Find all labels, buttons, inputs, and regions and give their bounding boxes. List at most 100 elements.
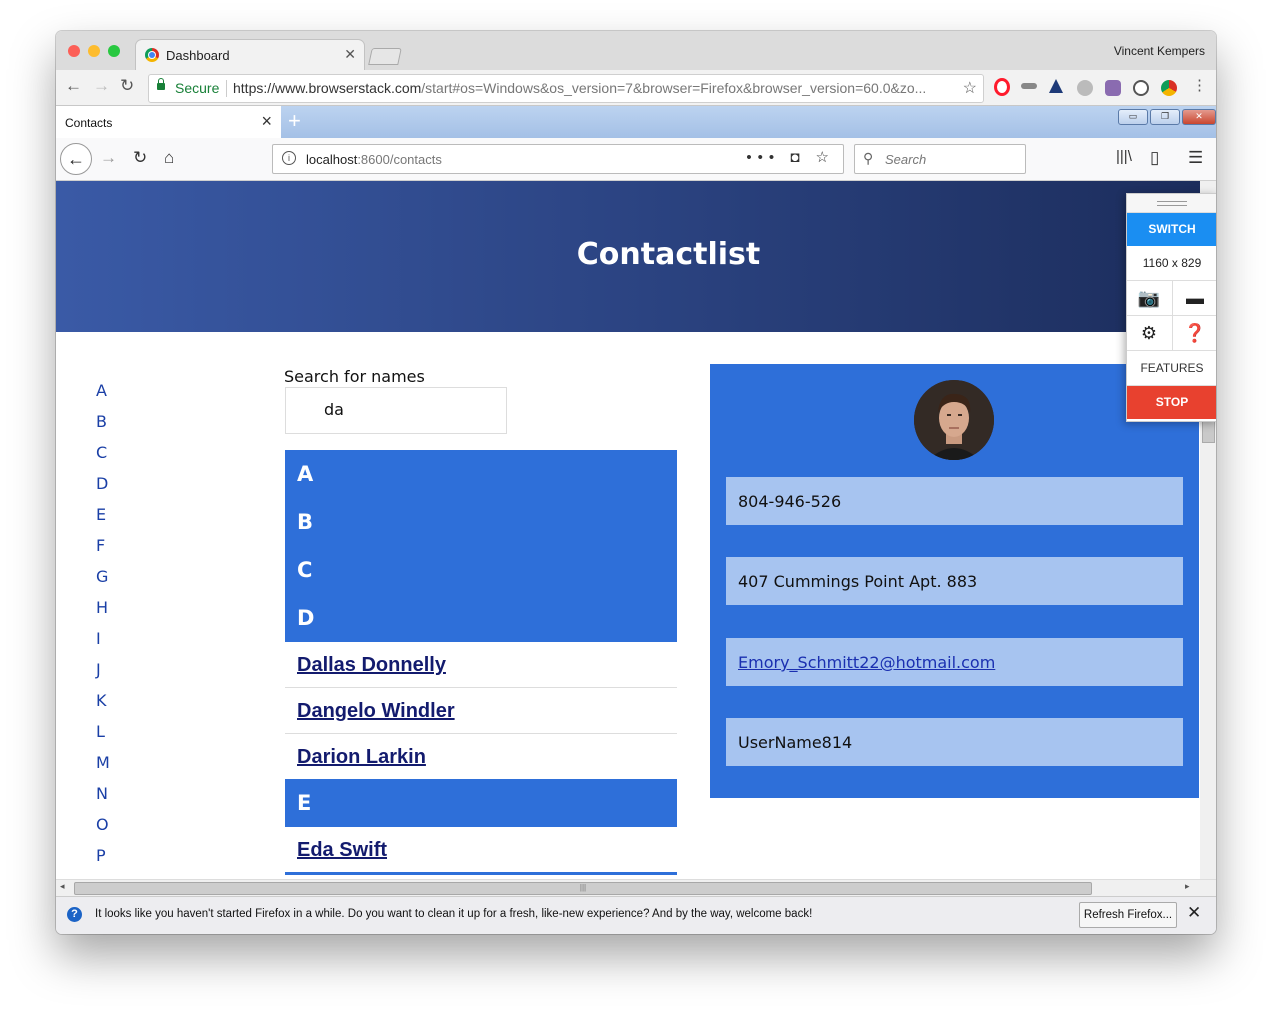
refresh-firefox-button[interactable]: Refresh Firefox... [1079, 902, 1177, 928]
scroll-left-icon[interactable]: ◂ [60, 881, 65, 892]
glasses-icon[interactable] [1021, 83, 1037, 89]
resolution-label[interactable]: 1160 x 829 [1127, 246, 1216, 281]
close-icon[interactable]: × [261, 111, 272, 132]
bookmark-star-icon[interactable]: ☆ [963, 78, 977, 98]
reload-icon[interactable]: ↻ [133, 148, 147, 168]
letter-group-header[interactable]: B [297, 506, 677, 554]
firefox-tab-contacts[interactable]: Contacts × [56, 106, 281, 138]
address-value: 407 Cummings Point Apt. 883 [738, 572, 978, 591]
chrome-extension-icon[interactable] [1161, 80, 1177, 96]
home-icon[interactable]: ⌂ [164, 148, 174, 168]
letter-group-header[interactable]: E [285, 779, 677, 827]
address-bar[interactable]: Secure https://www.browserstack.com/star… [148, 74, 984, 103]
alphabet-letter[interactable]: L [96, 722, 110, 753]
forward-arrow-icon[interactable]: → [93, 76, 110, 96]
alphabet-letter[interactable]: B [96, 412, 110, 443]
search-placeholder: Search [885, 152, 927, 167]
profile-name[interactable]: Vincent Kempers [1114, 44, 1205, 58]
reload-icon[interactable]: ↻ [120, 76, 134, 96]
page-viewport: Contactlist A B C D E F G H I J K L M N … [56, 181, 1200, 879]
camera-icon[interactable]: 📷 [1127, 281, 1171, 315]
firefox-url-path: :8600/contacts [357, 152, 442, 167]
screens-icon[interactable]: ▬ [1172, 281, 1216, 315]
name-search-box[interactable] [285, 387, 507, 434]
close-icon[interactable]: ✕ [344, 46, 356, 63]
list-item: Dallas Donnelly [285, 642, 677, 688]
alphabet-letter[interactable]: F [96, 536, 110, 567]
avatar-photo [914, 380, 994, 460]
firefox-url-host: localhost [306, 152, 358, 167]
letter-group-header[interactable]: C [297, 554, 677, 602]
pocket-icon[interactable]: ◘ [790, 149, 805, 166]
switch-button[interactable]: SWITCH [1127, 213, 1216, 246]
question-icon: ? [67, 907, 82, 922]
divider [226, 80, 227, 97]
scroll-right-icon[interactable]: ▸ [1185, 881, 1190, 892]
contact-list: A B C D Dallas Donnelly Dangelo Windler … [285, 450, 677, 875]
page-actions: ••• ◘ ☆ [746, 148, 835, 166]
name-search-input[interactable] [324, 400, 484, 419]
letter-group-header[interactable]: A [297, 458, 677, 506]
contact-link[interactable]: Dallas Donnelly [297, 654, 446, 676]
alphabet-letter[interactable]: N [96, 784, 110, 815]
contact-link[interactable]: Darion Larkin [297, 746, 426, 768]
alphabet-letter[interactable]: J [96, 660, 110, 691]
triangle-extension-icon[interactable] [1049, 79, 1063, 93]
zoom-window-button[interactable] [108, 45, 120, 57]
menu-icon[interactable]: ☰ [1188, 148, 1203, 168]
page-title: Contactlist [576, 237, 761, 272]
alphabet-letter[interactable]: M [96, 753, 110, 784]
chrome-tab-dashboard[interactable]: Dashboard ✕ [136, 40, 364, 70]
alphabet-letter[interactable]: C [96, 443, 110, 474]
info-icon[interactable]: i [282, 151, 296, 165]
restore-icon[interactable]: ❐ [1150, 109, 1180, 125]
octocat-icon[interactable] [1105, 80, 1121, 96]
horizontal-scrollbar[interactable]: ◂ ||| ▸ [56, 879, 1216, 896]
chrome-tab-strip: Dashboard ✕ Vincent Kempers [56, 31, 1216, 70]
drag-handle[interactable] [1127, 194, 1216, 213]
close-icon[interactable]: ✕ [1182, 109, 1216, 125]
close-window-button[interactable] [68, 45, 80, 57]
stop-button[interactable]: STOP [1127, 386, 1216, 419]
b-extension-icon[interactable] [1077, 80, 1093, 96]
help-icon[interactable]: ❓ [1172, 316, 1216, 350]
letter-group-header[interactable]: D [297, 602, 677, 634]
more-icon[interactable]: ••• [746, 149, 780, 166]
chrome-menu-icon[interactable]: ⋮ [1192, 76, 1207, 94]
contact-link[interactable]: Eda Swift [297, 839, 387, 861]
plus-icon[interactable]: + [288, 108, 301, 134]
firefox-address-bar[interactable]: i localhost:8600/contacts ••• ◘ ☆ [272, 144, 844, 174]
minimize-icon[interactable]: ▭ [1118, 109, 1148, 125]
alphabet-letter[interactable]: O [96, 815, 110, 846]
firefox-tab-title: Contacts [65, 116, 113, 130]
bookmark-star-icon[interactable]: ☆ [816, 149, 835, 166]
gear-icon[interactable]: ⚙ [1127, 316, 1171, 350]
contact-link[interactable]: Dangelo Windler [297, 700, 455, 722]
firefox-search-box[interactable]: ⚲ Search [854, 144, 1026, 174]
library-icon[interactable]: |||\ [1116, 148, 1132, 165]
alphabet-letter[interactable]: K [96, 691, 110, 722]
alphabet-letter[interactable]: G [96, 567, 110, 598]
info-extension-icon[interactable] [1133, 80, 1149, 96]
page-header: Contactlist [56, 181, 1200, 332]
features-button[interactable]: FEATURES [1127, 351, 1216, 386]
letter-group-block: A B C D [285, 450, 677, 642]
close-icon[interactable]: ✕ [1187, 903, 1201, 923]
alphabet-letter[interactable]: A [96, 381, 110, 412]
search-icon: ⚲ [863, 150, 874, 166]
alphabet-letter[interactable]: E [96, 505, 110, 536]
alphabet-letter[interactable]: I [96, 629, 110, 660]
back-arrow-icon[interactable]: ← [60, 143, 92, 175]
email-link[interactable]: Emory_Schmitt22@hotmail.com [738, 653, 995, 672]
alphabet-letter[interactable]: D [96, 474, 110, 505]
minimize-window-button[interactable] [88, 45, 100, 57]
new-tab-button[interactable] [368, 48, 402, 65]
back-arrow-icon[interactable]: ← [65, 76, 82, 96]
sidebar-icon[interactable]: ▯ [1150, 148, 1159, 168]
opera-icon[interactable] [994, 78, 1010, 96]
vertical-scroll-thumb[interactable] [1202, 421, 1215, 443]
alphabet-letter[interactable]: H [96, 598, 110, 629]
horizontal-scroll-thumb[interactable]: ||| [74, 882, 1092, 895]
forward-arrow-icon[interactable]: → [100, 148, 117, 168]
alphabet-letter[interactable]: P [96, 846, 110, 877]
